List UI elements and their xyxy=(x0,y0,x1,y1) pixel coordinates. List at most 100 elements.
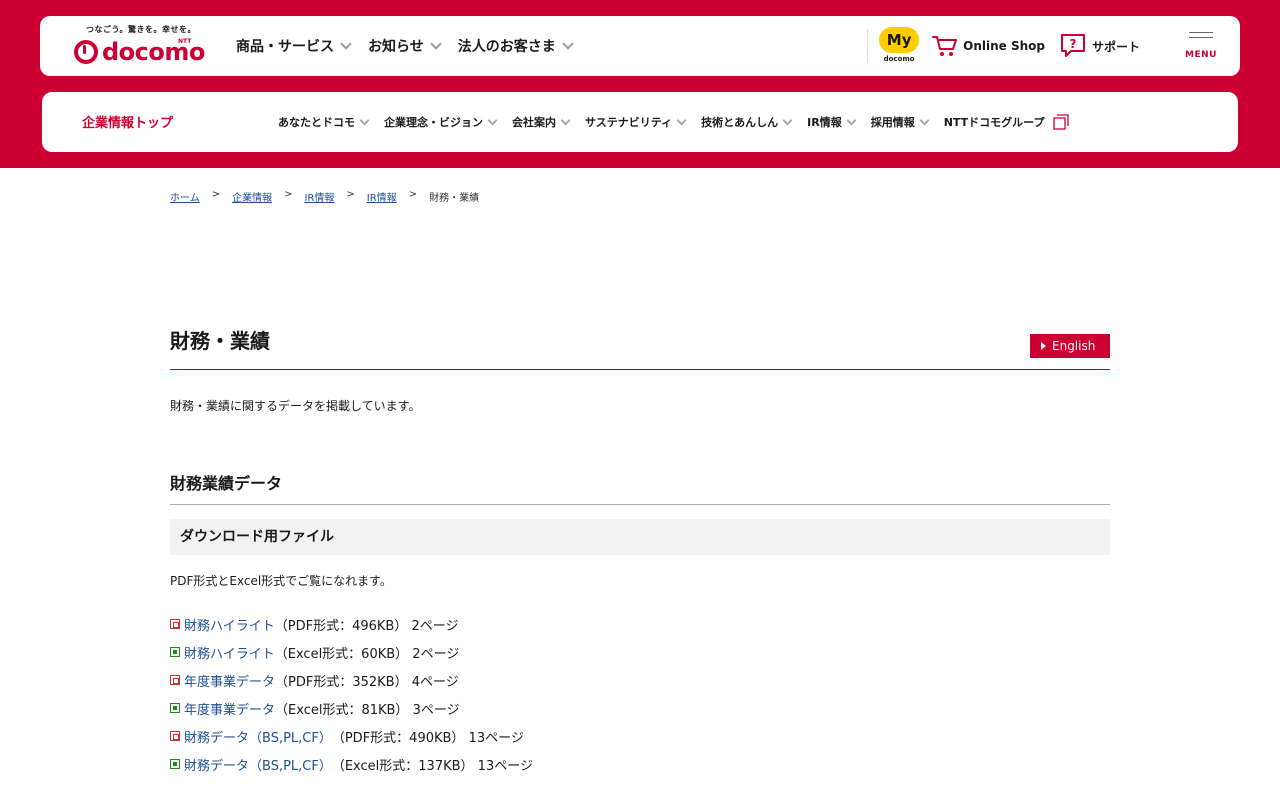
breadcrumb-corporate[interactable]: 企業情報 xyxy=(232,189,272,204)
global-header: つなごう。驚きを。幸せを。 NTT docomo 商品・サービス お知らせ 法人… xyxy=(40,16,1240,76)
divider xyxy=(867,29,869,63)
chevron-down-icon xyxy=(359,115,370,125)
mydocomo-sub: docomo xyxy=(883,55,915,63)
breadcrumb-separator: > xyxy=(346,189,355,200)
file-meta: （PDF形式：496KB） 2ページ xyxy=(274,618,459,634)
section-title: 財務業績データ xyxy=(170,474,283,493)
file-meta: （PDF形式：352KB） 4ページ xyxy=(275,674,459,690)
logo-text: docomo xyxy=(102,38,205,66)
breadcrumb-separator: > xyxy=(284,189,293,200)
breadcrumb-separator: > xyxy=(408,189,418,200)
subnav-company-info[interactable]: 会社案内 xyxy=(512,114,571,130)
file-link[interactable]: 財務ハイライト xyxy=(184,615,275,634)
breadcrumb-ir[interactable]: IR情報 xyxy=(304,189,334,204)
corporate-nav: 企業情報トップ あなたとドコモ 企業理念・ビジョン 会社案内 サステナビリティ … xyxy=(42,92,1238,152)
file-link[interactable]: 財務データ（BS,PL,CF） xyxy=(184,755,332,774)
file-meta: （Excel形式：137KB） 13ページ xyxy=(331,758,533,774)
english-button[interactable]: English xyxy=(1030,334,1110,358)
subnav-label: IR情報 xyxy=(807,116,842,129)
subnav-technology-safety[interactable]: 技術とあんしん xyxy=(701,114,793,130)
nav-business[interactable]: 法人のお客さま xyxy=(457,36,574,56)
corporate-subnav: あなたとドコモ 企業理念・ビジョン 会社案内 サステナビリティ 技術とあんしん … xyxy=(278,92,1085,152)
subsection-title: ダウンロード用ファイル xyxy=(180,529,334,545)
chevron-down-icon xyxy=(846,115,857,125)
subnav-sustainability[interactable]: サステナビリティ xyxy=(585,114,687,130)
hamburger-icon xyxy=(1189,32,1213,42)
nav-label: 商品・サービス xyxy=(236,39,334,55)
breadcrumb-separator: > xyxy=(211,189,221,200)
file-meta: （Excel形式：81KB） 3ページ xyxy=(275,702,460,718)
docomo-logo[interactable]: つなごう。驚きを。幸せを。 NTT docomo xyxy=(72,24,205,70)
list-item: 年度事業データ （Excel形式：81KB） 3ページ xyxy=(170,694,1110,722)
chevron-down-icon xyxy=(340,37,352,50)
mydocomo-button[interactable]: My docomo xyxy=(878,27,920,65)
svg-text:?: ? xyxy=(1070,37,1077,51)
subnav-recruit[interactable]: 採用情報 xyxy=(870,114,930,130)
support-label: サポート xyxy=(1091,39,1140,54)
list-item: 財務ハイライト （Excel形式：60KB） 2ページ xyxy=(170,638,1110,666)
subnav-label: NTTドコモグループ xyxy=(943,116,1045,129)
breadcrumb-ir-2[interactable]: IR情報 xyxy=(367,189,397,204)
file-meta: （PDF形式：490KB） 13ページ xyxy=(331,730,524,746)
file-link[interactable]: 財務データ（BS,PL,CF） xyxy=(184,727,332,746)
main-content: 財務・業績 English 財務・業績に関するデータを掲載しています。 財務業績… xyxy=(170,320,1110,774)
breadcrumb: ホーム > 企業情報 > IR情報 > IR情報 > 財務・業績 xyxy=(170,189,479,204)
list-item: 年度事業データ （PDF形式：352KB） 4ページ xyxy=(170,666,1110,694)
chevron-down-icon xyxy=(562,37,574,50)
breadcrumb-home[interactable]: ホーム xyxy=(170,189,200,204)
excel-icon xyxy=(170,703,180,713)
external-link-icon xyxy=(1052,114,1069,130)
intro-text: 財務・業績に関するデータを掲載しています。 xyxy=(170,399,421,413)
breadcrumb-current: 財務・業績 xyxy=(429,193,480,204)
subnav-ntt-docomo-group[interactable]: NTTドコモグループ xyxy=(944,114,1069,130)
excel-icon xyxy=(170,759,180,769)
subnav-label: あなたとドコモ xyxy=(278,116,355,129)
subnav-label: 企業理念・ビジョン xyxy=(384,116,483,129)
subnav-label: サステナビリティ xyxy=(585,116,673,129)
list-item: 財務データ（BS,PL,CF） （PDF形式：490KB） 13ページ xyxy=(170,722,1110,750)
file-link[interactable]: 年度事業データ xyxy=(184,671,275,690)
list-item: 財務データ（BS,PL,CF） （Excel形式：137KB） 13ページ xyxy=(170,750,1110,778)
english-label: English xyxy=(1052,339,1096,353)
file-link[interactable]: 財務ハイライト xyxy=(184,643,275,662)
cart-icon xyxy=(932,36,958,56)
chevron-down-icon xyxy=(676,115,687,125)
list-item: 財務ハイライト （PDF形式：496KB） 2ページ xyxy=(170,610,1110,638)
utility-nav: My docomo Online Shop ? サポート MENU xyxy=(867,16,1240,76)
subsection-header: ダウンロード用ファイル xyxy=(170,519,1110,555)
nav-products-services[interactable]: 商品・サービス xyxy=(236,36,352,56)
pdf-icon xyxy=(170,619,180,629)
file-format-note: PDF形式とExcel形式でご覧になれます。 xyxy=(170,574,392,588)
download-file-list: 財務ハイライト （PDF形式：496KB） 2ページ 財務ハイライト （Exce… xyxy=(170,610,1110,778)
support-question-icon: ? xyxy=(1060,34,1085,57)
chevron-down-icon xyxy=(430,37,442,50)
chevron-down-icon xyxy=(560,115,571,125)
nav-news[interactable]: お知らせ xyxy=(368,36,442,56)
excel-icon xyxy=(170,647,180,657)
subnav-philosophy-vision[interactable]: 企業理念・ビジョン xyxy=(384,114,498,130)
pdf-icon xyxy=(170,675,180,685)
main-nav: 商品・サービス お知らせ 法人のお客さま xyxy=(236,36,590,56)
online-shop-label: Online Shop xyxy=(963,39,1045,53)
subnav-label: 採用情報 xyxy=(870,116,915,129)
subnav-label: 技術とあんしん xyxy=(701,116,779,129)
pdf-icon xyxy=(170,731,180,741)
subnav-you-and-docomo[interactable]: あなたとドコモ xyxy=(278,114,370,130)
corporate-top-link[interactable]: 企業情報トップ xyxy=(82,112,173,131)
menu-button[interactable]: MENU xyxy=(1178,26,1224,66)
title-divider xyxy=(170,369,1110,370)
support-link[interactable]: ? サポート xyxy=(1059,33,1140,59)
nav-label: 法人のお客さま xyxy=(457,39,556,55)
subnav-ir[interactable]: IR情報 xyxy=(807,114,857,130)
file-meta: （Excel形式：60KB） 2ページ xyxy=(274,646,460,662)
nav-label: お知らせ xyxy=(368,39,424,55)
online-shop-link[interactable]: Online Shop xyxy=(932,34,1045,58)
page-title: 財務・業績 xyxy=(170,329,270,353)
chevron-down-icon xyxy=(782,115,793,125)
chevron-down-icon xyxy=(919,115,930,125)
mydocomo-badge: My xyxy=(879,27,920,53)
brand-tagline: つなごう。驚きを。幸せを。 xyxy=(86,25,197,34)
file-link[interactable]: 年度事業データ xyxy=(184,699,275,718)
section-divider xyxy=(170,504,1110,505)
docomo-logo-icon xyxy=(74,40,98,64)
